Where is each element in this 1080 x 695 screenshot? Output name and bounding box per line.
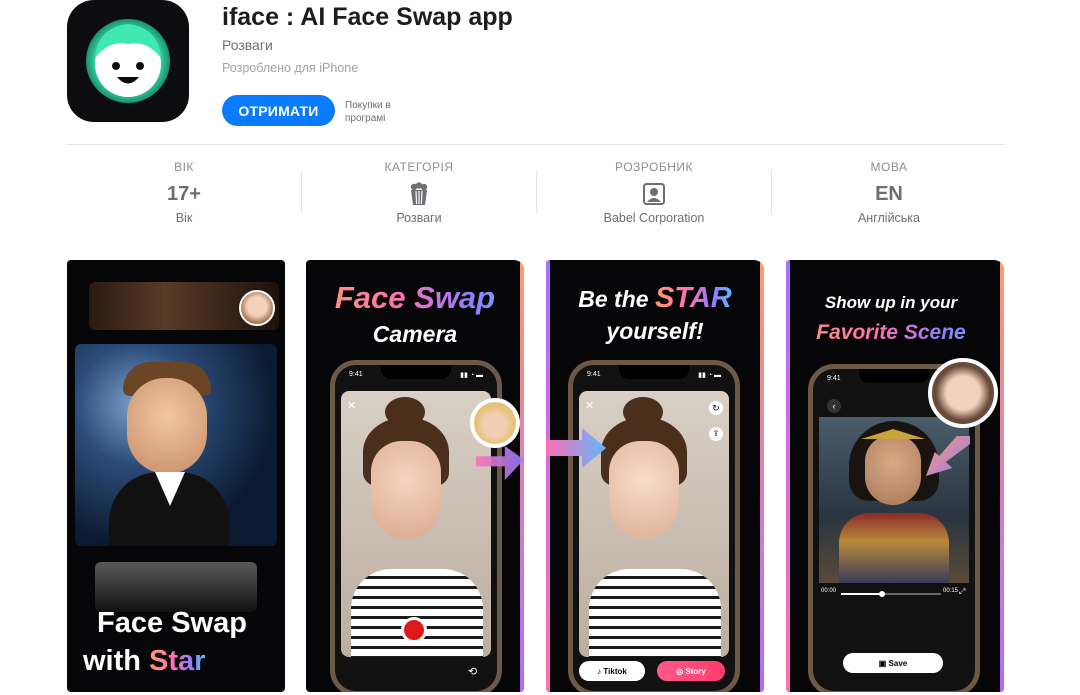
info-header: КАТЕГОРІЯ [384,160,454,174]
info-language: МОВА EN Англійська [772,160,1006,225]
info-header: РОЗРОБНИК [614,160,694,174]
close-icon[interactable]: ✕ [347,399,356,412]
star-photo [75,344,277,546]
headline-line2: Favorite Scene [786,318,996,348]
info-sub: Babel Corporation [603,211,705,225]
save-label: Save [888,658,908,668]
status-icons: ▮▮ ◔ ▬ [698,372,721,379]
replay-icon[interactable]: ↻ [709,401,723,415]
divider [67,144,1006,145]
star-avatar[interactable] [470,398,520,448]
info-header: ВІК [174,160,194,174]
headline-prefix: Be the [578,286,655,312]
info-sub: Англійська [857,211,921,225]
phone-mockup: 9:41 ▮▮ ◔ ▬ ✕ ↻ ⇪ ♪ Tiktok ◎ Story [568,360,740,692]
status-time: 9:41 [827,375,841,382]
back-icon[interactable]: ‹ [827,399,841,413]
video-end-time: 00:15 [943,588,959,594]
info-header: МОВА [870,160,908,174]
status-icons: ▮▮ ◔ ▬ [460,372,483,379]
popcorn-icon [410,182,428,205]
info-sub: Вік [175,211,193,225]
tiktok-button[interactable]: ♪ Tiktok [579,661,645,681]
headline-line1: Face Swap [306,280,524,316]
headline-line1: Show up in your [824,293,958,312]
headline-prefix: with [83,645,150,677]
switch-camera-icon[interactable]: ⟲ [468,665,477,678]
record-button[interactable] [401,617,427,643]
info-age: ВІК 17+ Вік [67,160,301,225]
fullscreen-icon[interactable]: ⤢ [959,587,965,597]
status-time: 9:41 [349,371,363,378]
info-category[interactable]: КАТЕГОРІЯ Розваги [302,160,536,225]
headline-accent: STAR [654,282,732,314]
share-icon[interactable]: ⇪ [709,427,723,441]
person-badge-icon [643,183,665,205]
tiktok-label: Tiktok [603,666,627,676]
save-button[interactable]: ▣ Save [843,653,943,673]
headline-accent: Star [149,645,206,677]
movie-scene [819,417,969,583]
screenshot-2[interactable]: Face Swap Camera 9:41 ▮▮ ◔ ▬ ✕ ⟲ [306,260,524,692]
app-icon [67,0,189,122]
user-avatar[interactable] [928,358,998,428]
screenshot-3[interactable]: Be the STAR yourself! 9:41 ▮▮ ◔ ▬ ✕ ↻ ⇪ ♪… [546,260,764,692]
edge-glow [1000,260,1004,692]
screenshot-4[interactable]: Show up in your Favorite Scene 9:41▮▮ ◔ … [786,260,1004,692]
info-sub: Розваги [396,211,442,225]
video-progress[interactable]: 00:00 00:15 ⤢ [819,587,969,601]
get-button[interactable]: ОТРИМАТИ [222,95,335,126]
headline-line2: yourself! [606,318,704,344]
close-icon[interactable]: ✕ [585,399,594,412]
face-avatar [239,290,275,326]
screenshot-1[interactable]: Face Swap with Star [67,260,285,692]
app-title: iface : AI Face Swap app [222,3,513,31]
story-label: Story [685,666,706,676]
app-category[interactable]: Розваги [222,37,273,53]
swapped-view [579,391,729,657]
in-app-purchases-note: Покупки в програмі [345,100,391,124]
headline-line2: Camera [372,321,458,347]
video-start-time: 00:00 [821,588,837,594]
info-value: EN [875,182,903,205]
headline-line1: Face Swap [97,607,247,639]
story-button[interactable]: ◎ Story [657,661,725,681]
designed-for: Розроблено для iPhone [222,61,359,75]
info-developer[interactable]: РОЗРОБНИК Babel Corporation [537,160,771,225]
status-time: 9:41 [587,371,601,378]
info-value: 17+ [167,182,201,205]
